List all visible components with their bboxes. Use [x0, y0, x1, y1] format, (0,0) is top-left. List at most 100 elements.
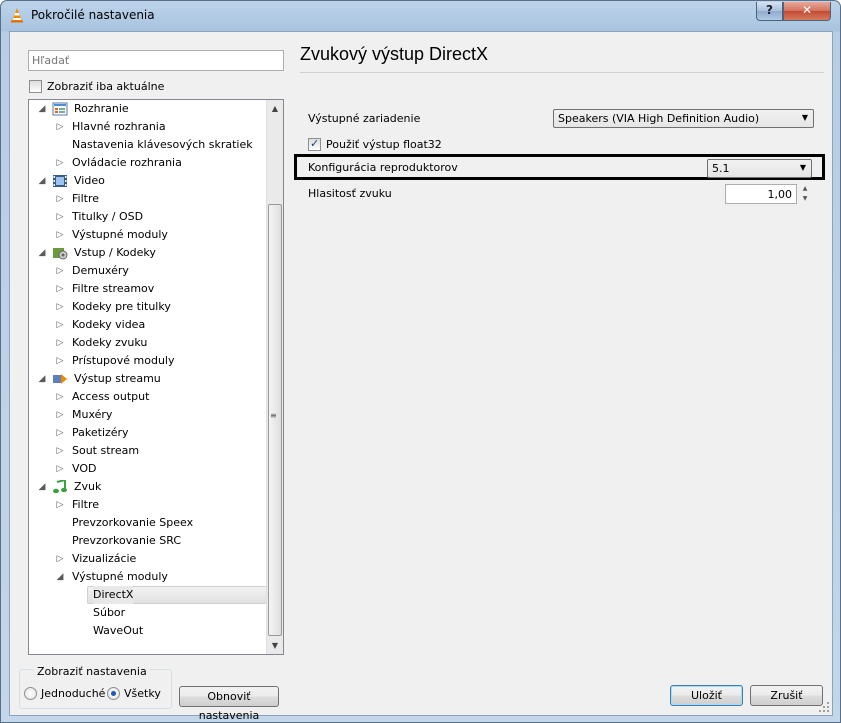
tree-item[interactable]: DirectX: [29, 586, 267, 604]
title-bar[interactable]: Pokročilé nastavenia ? ✕: [1, 1, 840, 31]
tree-item[interactable]: Prevzorkovanie SRC: [29, 532, 267, 550]
tree-expanded-arrow-icon[interactable]: ◢: [37, 100, 47, 118]
volume-label: Hlasitosť zvuku: [308, 187, 392, 200]
tree-collapsed-arrow-icon[interactable]: ▷: [55, 496, 65, 514]
radio-all-circle[interactable]: [107, 687, 120, 700]
tree-collapsed-arrow-icon[interactable]: ▷: [55, 442, 65, 460]
tree-item[interactable]: Prevzorkovanie Speex: [29, 514, 267, 532]
tree-item[interactable]: ▷ Titulky / OSD: [29, 208, 267, 226]
volume-stepper[interactable]: ▲ ▼: [799, 184, 811, 204]
tree-item-label: Prevzorkovanie Speex: [72, 516, 194, 529]
tree-collapsed-arrow-icon[interactable]: ▷: [55, 190, 65, 208]
cancel-button[interactable]: Zrušiť: [750, 685, 823, 706]
spin-up-icon[interactable]: ▲: [799, 184, 811, 194]
tree-item[interactable]: ◢ Výstup streamu: [29, 370, 267, 388]
tree-item[interactable]: ◢ Zvuk: [29, 478, 267, 496]
tree-item[interactable]: ▷ Kodeky videa: [29, 316, 267, 334]
settings-tree[interactable]: ▲ ≡ ▼ ◢ Rozhranie ▷ Hlavné rozhrania Nastave…: [28, 99, 284, 655]
tree-item[interactable]: ▷ Filtre streamov: [29, 280, 267, 298]
tree-collapsed-arrow-icon[interactable]: ▷: [55, 352, 65, 370]
tree-item[interactable]: ▷ Muxéry: [29, 406, 267, 424]
tree-collapsed-arrow-icon[interactable]: ▷: [55, 460, 65, 478]
tree-item-label: Titulky / OSD: [72, 210, 144, 223]
tree-item[interactable]: ▷ Hlavné rozhrania: [29, 118, 267, 136]
tree-item[interactable]: ▷ Filtre: [29, 190, 267, 208]
tree-item-label: Sout stream: [72, 444, 140, 457]
tree-expanded-arrow-icon[interactable]: ◢: [55, 568, 65, 586]
float32-checkbox[interactable]: Použiť výstup float32: [308, 136, 442, 152]
tree-item[interactable]: Nastavenia klávesových skratiek: [29, 136, 267, 154]
tree-item-label: Ovládacie rozhrania: [72, 156, 182, 169]
tree-collapsed-arrow-icon[interactable]: ▷: [55, 388, 65, 406]
speaker-config-label: Konfigurácia reproduktorov: [308, 161, 458, 174]
help-button[interactable]: ?: [756, 2, 783, 21]
checkbox-box[interactable]: [29, 79, 42, 93]
input-codecs-icon: [52, 246, 68, 260]
spin-down-icon[interactable]: ▼: [799, 194, 811, 204]
tree-item[interactable]: ▷ VOD: [29, 460, 267, 478]
tree-item[interactable]: ▷ Sout stream: [29, 442, 267, 460]
tree-scrollbar[interactable]: ▲ ≡ ▼: [266, 100, 283, 654]
tree-collapsed-arrow-icon[interactable]: ▷: [55, 262, 65, 280]
radio-all[interactable]: Všetky: [107, 687, 161, 700]
tree-item[interactable]: ▷ Prístupové moduly: [29, 352, 267, 370]
tree-item-label: Súbor: [93, 606, 126, 619]
tree-item[interactable]: WaveOut: [29, 622, 267, 640]
tree-item-label: Prevzorkovanie SRC: [72, 534, 182, 547]
search-input[interactable]: [28, 50, 284, 71]
tree-item[interactable]: Súbor: [29, 604, 267, 622]
tree-collapsed-arrow-icon[interactable]: ▷: [55, 226, 65, 244]
volume-spinbox[interactable]: 1,00: [725, 184, 797, 204]
output-device-value: Speakers (VIA High Definition Audio): [558, 112, 760, 125]
output-device-select[interactable]: Speakers (VIA High Definition Audio) ▼: [553, 109, 814, 128]
tree-collapsed-arrow-icon[interactable]: ▷: [55, 298, 65, 316]
scrollbar-thumb[interactable]: [268, 204, 282, 636]
tree-collapsed-arrow-icon[interactable]: ▷: [55, 280, 65, 298]
radio-simple-circle[interactable]: [24, 687, 37, 700]
tree-collapsed-arrow-icon[interactable]: ▷: [55, 424, 65, 442]
tree-collapsed-arrow-icon[interactable]: ▷: [55, 208, 65, 226]
tree-item-label: Hlavné rozhrania: [72, 120, 166, 133]
tree-collapsed-arrow-icon[interactable]: ▷: [55, 154, 65, 172]
scroll-down-arrow-icon[interactable]: ▼: [267, 637, 283, 654]
tree-collapsed-arrow-icon[interactable]: ▷: [55, 316, 65, 334]
tree-expanded-arrow-icon[interactable]: ◢: [37, 370, 47, 388]
resize-grip-icon[interactable]: [818, 701, 830, 713]
tree-collapsed-arrow-icon[interactable]: ▷: [55, 406, 65, 424]
tree-item-label: Demuxéry: [72, 264, 129, 277]
speaker-config-value: 5.1: [712, 162, 730, 175]
tree-expanded-arrow-icon[interactable]: ◢: [37, 478, 47, 496]
tree-item[interactable]: ▷ Paketizéry: [29, 424, 267, 442]
tree-item[interactable]: ▷ Filtre: [29, 496, 267, 514]
tree-item[interactable]: ◢ Vstup / Kodeky: [29, 244, 267, 262]
radio-all-label: Všetky: [124, 687, 161, 700]
radio-simple[interactable]: Jednoduché: [24, 687, 105, 700]
tree-item-label: Access output: [72, 390, 150, 403]
title-divider: [300, 72, 824, 73]
speaker-config-select[interactable]: 5.1 ▼: [707, 159, 812, 178]
save-button[interactable]: Uložiť: [670, 685, 743, 706]
tree-collapsed-arrow-icon[interactable]: ▷: [55, 550, 65, 568]
tree-item[interactable]: ▷ Výstupné moduly: [29, 226, 267, 244]
tree-item[interactable]: ◢ Rozhranie: [29, 100, 267, 118]
tree-item[interactable]: ▷ Vizualizácie: [29, 550, 267, 568]
tree-item[interactable]: ▷ Access output: [29, 388, 267, 406]
tree-collapsed-arrow-icon[interactable]: ▷: [55, 118, 65, 136]
float32-checkbox-box[interactable]: [308, 137, 321, 151]
scroll-up-arrow-icon[interactable]: ▲: [267, 100, 283, 117]
tree-collapsed-arrow-icon[interactable]: ▷: [55, 334, 65, 352]
tree-item[interactable]: ◢ Výstupné moduly: [29, 568, 267, 586]
tree-item[interactable]: ▷ Ovládacie rozhrania: [29, 154, 267, 172]
tree-item[interactable]: ▷ Kodeky zvuku: [29, 334, 267, 352]
window-title: Pokročilé nastavenia: [31, 8, 155, 22]
tree-item[interactable]: ◢ Video: [29, 172, 267, 190]
reset-settings-button[interactable]: Obnoviť nastavenia: [179, 686, 279, 722]
radio-simple-label: Jednoduché: [41, 687, 106, 700]
show-current-only-checkbox[interactable]: Zobraziť iba aktuálne: [29, 78, 164, 94]
tree-expanded-arrow-icon[interactable]: ◢: [37, 172, 47, 190]
chevron-down-icon: ▼: [801, 113, 808, 122]
tree-item[interactable]: ▷ Kodeky pre titulky: [29, 298, 267, 316]
close-button[interactable]: ✕: [783, 2, 831, 21]
tree-expanded-arrow-icon[interactable]: ◢: [37, 244, 47, 262]
tree-item[interactable]: ▷ Demuxéry: [29, 262, 267, 280]
